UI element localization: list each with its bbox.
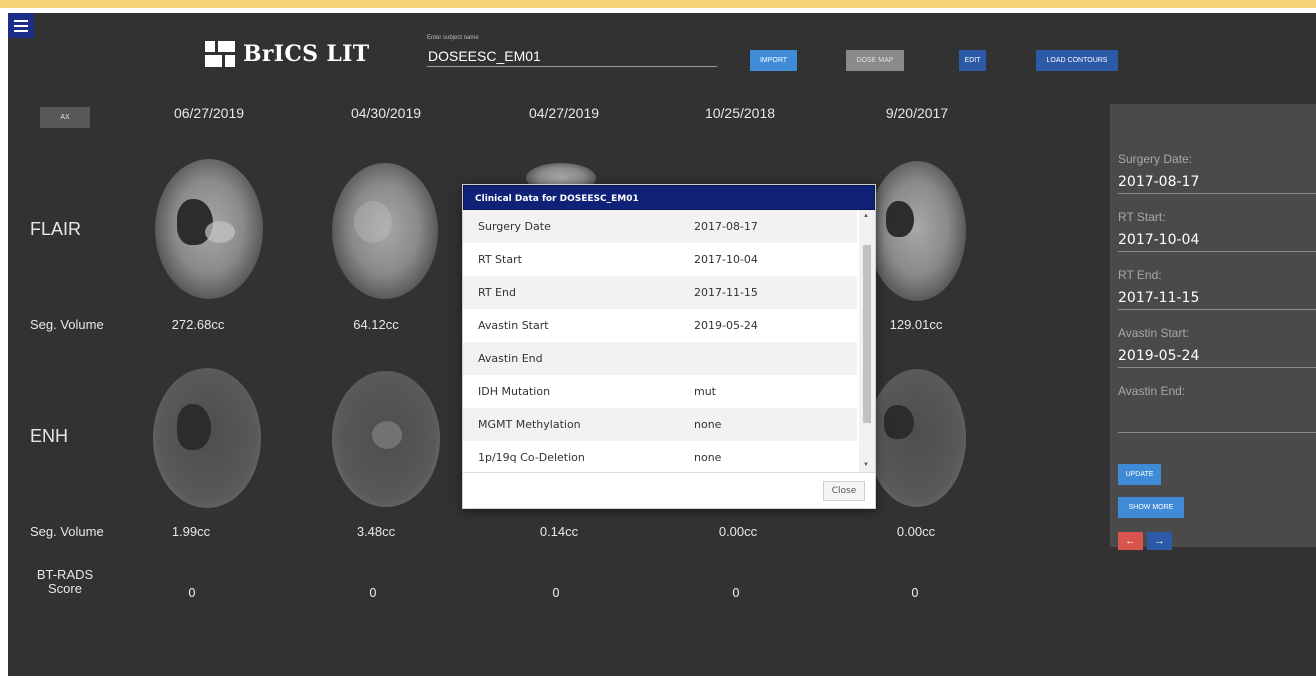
scroll-down-icon[interactable]: ▼ (863, 462, 869, 468)
enh-seg-volume: 0.00cc (718, 524, 758, 539)
scan-date: 06/27/2019 (173, 105, 245, 121)
avastin-start-field[interactable]: 2019-05-24 (1118, 344, 1316, 368)
clinical-row-value: 2019-05-24 (694, 319, 758, 332)
show-more-button[interactable]: SHOW MORE (1118, 497, 1184, 518)
clinical-data-modal: Clinical Data for DOSEESC_EM01 Surgery D… (462, 184, 876, 509)
scan-date: 04/27/2019 (528, 105, 600, 121)
modal-title: Clinical Data for DOSEESC_EM01 (463, 185, 875, 210)
prev-arrow-button[interactable]: ← (1118, 532, 1143, 550)
enh-seg-volume: 0.14cc (539, 524, 579, 539)
clinical-row: IDH Mutation mut (463, 375, 857, 408)
modal-footer: Close (463, 472, 875, 508)
btrads-score: 0 (188, 586, 196, 600)
close-button[interactable]: Close (823, 481, 865, 501)
subject-field: Enter subject name (427, 35, 717, 67)
enh-row-label: ENH (30, 426, 69, 446)
clinical-row: RT End 2017-11-15 (463, 276, 857, 309)
axial-view-button[interactable]: AX (40, 107, 90, 128)
dose-map-button[interactable]: DOSE MAP (846, 50, 904, 71)
flair-row-label: FLAIR (30, 219, 82, 239)
enh-scan-image[interactable] (868, 369, 966, 507)
clinical-row: RT Start 2017-10-04 (463, 243, 857, 276)
flair-seg-volume: 272.68cc (171, 317, 225, 332)
app-title: BrICS LIT (243, 41, 370, 67)
clinical-row: Avastin End (463, 342, 857, 375)
clinical-row-key: Avastin End (478, 352, 543, 365)
app-logo: BrICS LIT (205, 41, 369, 67)
rt-start-field[interactable]: 2017-10-04 (1118, 228, 1316, 252)
flair-scan-image[interactable] (868, 161, 966, 301)
btrads-score: 0 (732, 586, 740, 600)
clinical-row-key: IDH Mutation (478, 385, 551, 398)
clinical-row-value: none (694, 418, 722, 431)
edit-button[interactable]: EDIT (959, 50, 986, 71)
subject-name-input[interactable] (427, 45, 717, 67)
app-window: BrICS LIT Enter subject name IMPORT DOSE… (8, 13, 1316, 676)
hamburger-menu-icon[interactable] (8, 13, 34, 38)
load-contours-button[interactable]: LOAD CONTOURS (1036, 50, 1118, 71)
enh-seg-volume: 1.99cc (171, 524, 211, 539)
flair-scan-image[interactable] (155, 159, 263, 299)
seg-volume-label: Seg. Volume (30, 524, 104, 539)
btrads-score-label: BT-RADS Score (28, 568, 102, 596)
modal-body: Surgery Date 2017-08-17 RT Start 2017-10-0… (463, 210, 875, 472)
surgery-date-label: Surgery Date: (1118, 152, 1193, 166)
flair-seg-volume: 64.12cc (353, 317, 399, 332)
rt-end-label: RT End: (1118, 268, 1162, 282)
clinical-row: Avastin Start 2019-05-24 (463, 309, 857, 342)
update-button[interactable]: UPDATE (1118, 464, 1161, 485)
avastin-end-field[interactable] (1118, 409, 1316, 433)
clinical-row: MGMT Methylation none (463, 408, 857, 441)
rt-start-label: RT Start: (1118, 210, 1166, 224)
clinical-row-value: 2017-10-04 (694, 253, 758, 266)
btrads-label-line1: BT-RADS (36, 567, 94, 582)
clinical-row-key: Avastin Start (478, 319, 549, 332)
scroll-thumb[interactable] (863, 245, 871, 423)
enh-scan-image[interactable] (332, 371, 440, 507)
avastin-start-label: Avastin Start: (1118, 326, 1190, 340)
clinical-row-value: 2017-11-15 (694, 286, 758, 299)
enh-seg-volume: 0.00cc (896, 524, 936, 539)
btrads-score: 0 (911, 586, 919, 600)
import-button[interactable]: IMPORT (750, 50, 797, 71)
btrads-score: 0 (552, 586, 560, 600)
clinical-row-key: RT Start (478, 253, 522, 266)
clinical-row-key: RT End (478, 286, 516, 299)
clinical-row-value: 2017-08-17 (694, 220, 758, 233)
next-arrow-button[interactable]: → (1147, 532, 1172, 550)
scan-date: 9/20/2017 (885, 105, 949, 121)
top-accent-line (0, 0, 1316, 8)
avastin-end-label: Avastin End: (1118, 384, 1186, 398)
clinical-row-key: 1p/19q Co-Deletion (478, 451, 585, 464)
clinical-row-value: mut (694, 385, 716, 398)
btrads-score: 0 (369, 586, 377, 600)
surgery-date-field[interactable]: 2017-08-17 (1118, 170, 1316, 194)
clinical-row: 1p/19q Co-Deletion none (463, 441, 857, 472)
modal-scrollbar[interactable]: ▲ ▼ (859, 210, 875, 472)
subject-label: Enter subject name (427, 35, 479, 41)
btrads-label-line2: Score (48, 581, 82, 596)
enh-seg-volume: 3.48cc (356, 524, 396, 539)
flair-seg-volume: 129.01cc (889, 317, 943, 332)
clinical-row: Surgery Date 2017-08-17 (463, 210, 857, 243)
flair-scan-image[interactable] (332, 163, 438, 299)
clinical-row-key: Surgery Date (478, 220, 551, 233)
clinical-row-value: none (694, 451, 722, 464)
brics-logo-icon (205, 41, 235, 67)
clinical-row-key: MGMT Methylation (478, 418, 581, 431)
enh-scan-image[interactable] (153, 368, 261, 508)
scan-date: 04/30/2019 (350, 105, 422, 121)
scan-date: 10/25/2018 (704, 105, 776, 121)
seg-volume-label: Seg. Volume (30, 317, 104, 332)
rt-end-field[interactable]: 2017-11-15 (1118, 286, 1316, 310)
clinical-side-panel: Surgery Date: 2017-08-17 RT Start: 2017-… (1110, 104, 1316, 550)
scroll-up-icon[interactable]: ▲ (863, 213, 869, 219)
